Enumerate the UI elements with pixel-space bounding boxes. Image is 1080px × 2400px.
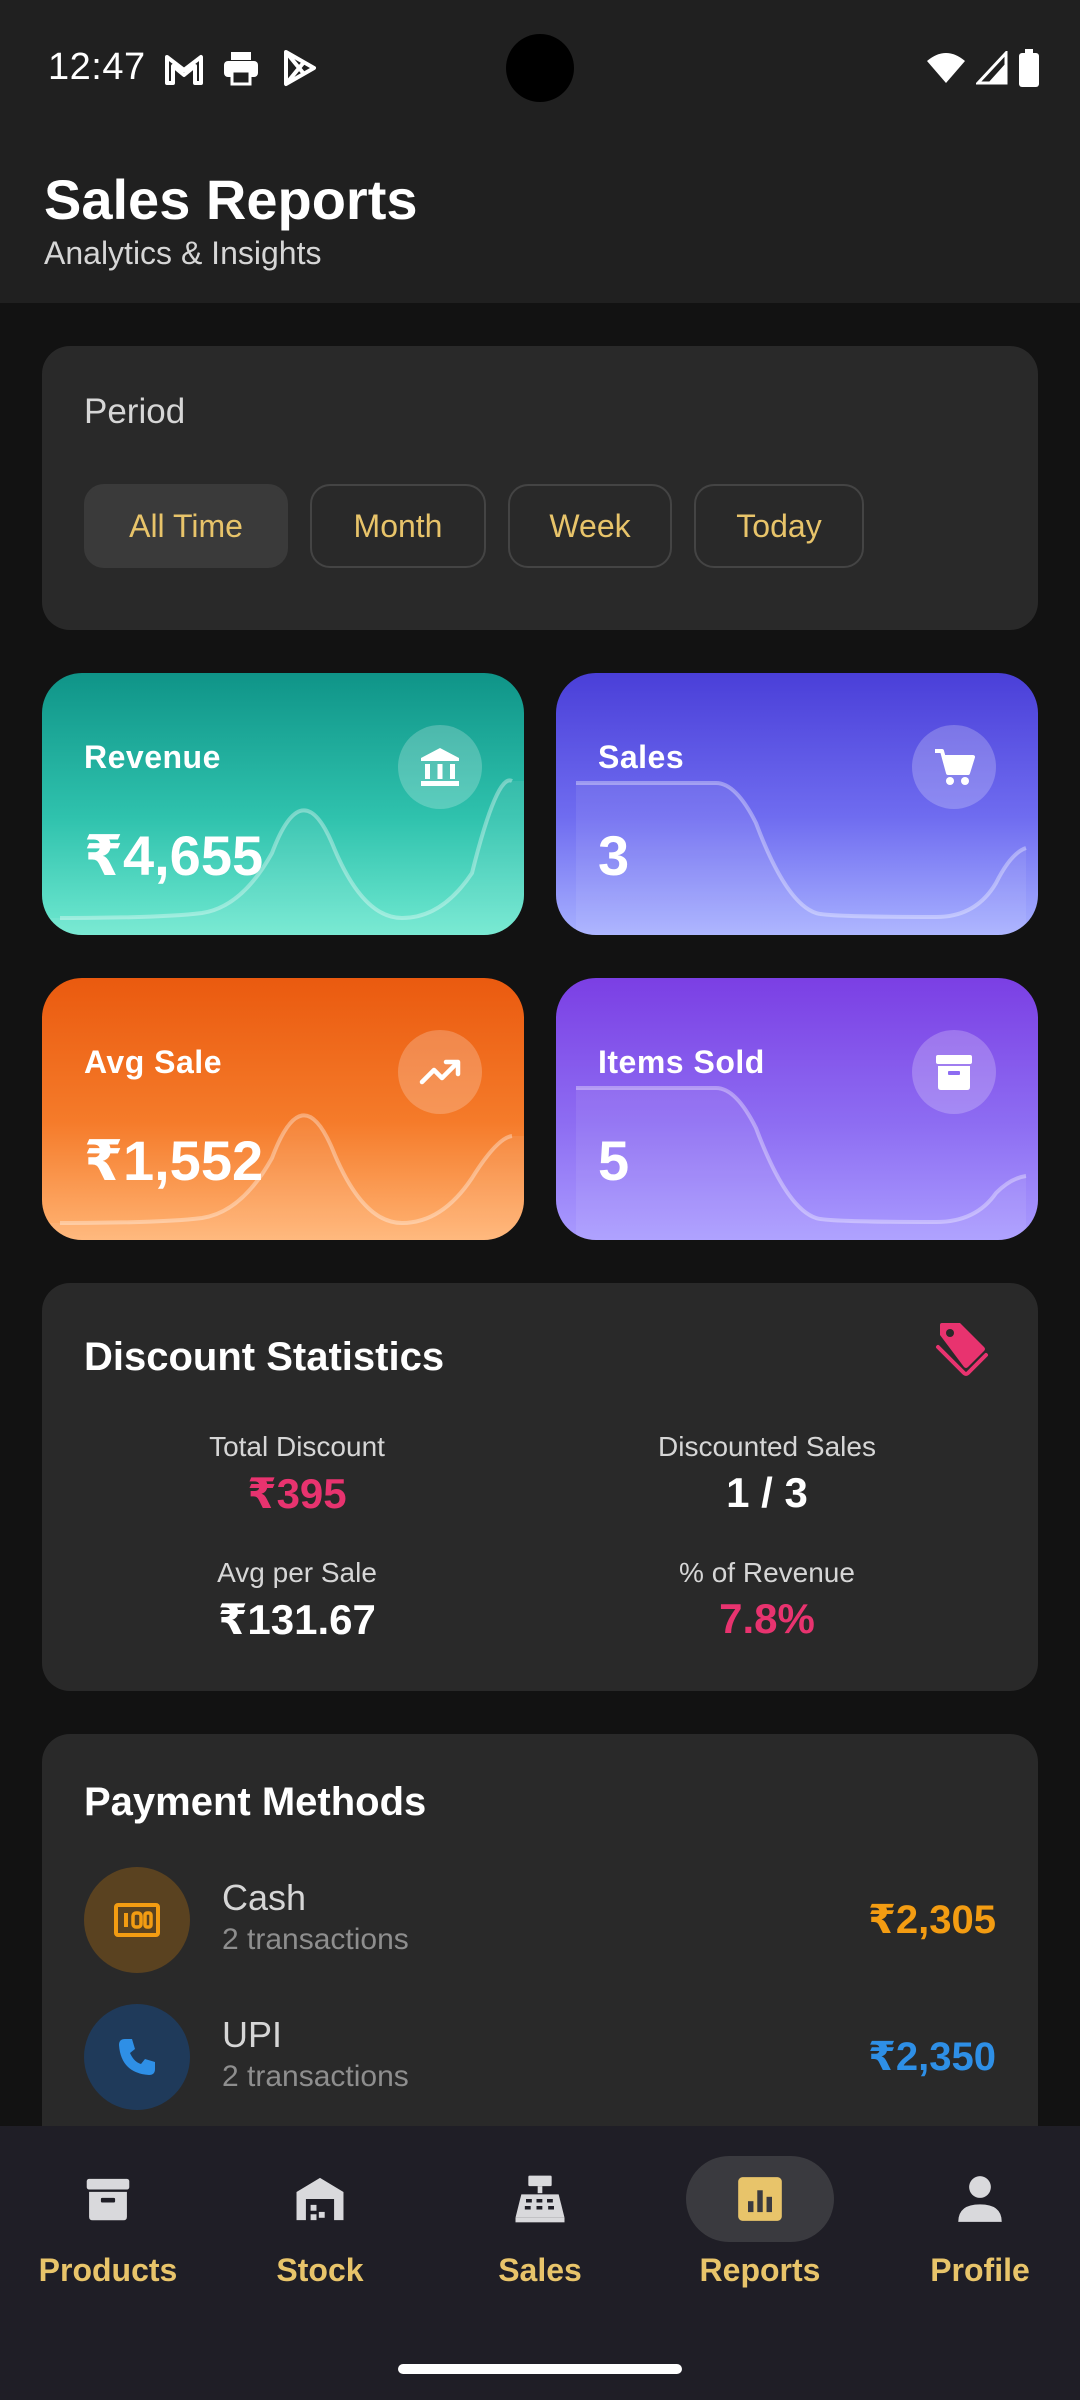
bank-icon bbox=[398, 725, 482, 809]
revenue-value: ₹4,655 bbox=[84, 824, 264, 887]
printer-icon bbox=[222, 48, 260, 88]
cart-icon bbox=[912, 725, 996, 809]
nav-label: Stock bbox=[276, 2252, 364, 2288]
wifi-icon bbox=[927, 53, 965, 83]
period-card: Period All Time Month Week Today bbox=[42, 346, 1038, 630]
cash-icon bbox=[84, 1867, 190, 1973]
pct-revenue-value: 7.8% bbox=[719, 1595, 815, 1642]
pct-revenue-label: % of Revenue bbox=[679, 1557, 855, 1588]
price-tag-icon bbox=[934, 1321, 990, 1390]
period-chip-all-time[interactable]: All Time bbox=[84, 484, 288, 568]
period-chip-week[interactable]: Week bbox=[508, 484, 672, 568]
period-title: Period bbox=[84, 392, 186, 431]
total-discount-stat: Total Discount ₹395 bbox=[62, 1431, 532, 1518]
discounted-sales-value: 1 / 3 bbox=[726, 1469, 808, 1516]
items-sold-label: Items Sold bbox=[598, 1044, 765, 1080]
status-time: 12:47 bbox=[48, 46, 146, 88]
app-header: Sales Reports Analytics & Insights bbox=[0, 135, 1080, 303]
payment-amount: ₹2,305 bbox=[868, 1898, 996, 1942]
payment-transactions: 2 transactions bbox=[222, 2060, 409, 2093]
discounted-sales-stat: Discounted Sales 1 / 3 bbox=[532, 1431, 1002, 1517]
screen: 12:47 Sales Reports Analytics & Insights… bbox=[0, 0, 1080, 2400]
sales-card[interactable]: Sales 3 bbox=[556, 673, 1038, 935]
discounted-sales-label: Discounted Sales bbox=[658, 1431, 876, 1462]
avg-sale-card[interactable]: Avg Sale ₹1,552 bbox=[42, 978, 524, 1240]
discount-statistics-card: Discount Statistics Total Discount ₹395 … bbox=[42, 1283, 1038, 1691]
bottom-navigation: Products Stock Sales Reports Profile bbox=[0, 2126, 1080, 2400]
payment-amount: ₹2,350 bbox=[868, 2035, 996, 2079]
page-subtitle: Analytics & Insights bbox=[44, 235, 322, 271]
avg-per-sale-label: Avg per Sale bbox=[217, 1557, 377, 1588]
avg-sale-value: ₹1,552 bbox=[84, 1129, 264, 1192]
page-title: Sales Reports bbox=[44, 168, 418, 231]
avg-per-sale-stat: Avg per Sale ₹131.67 bbox=[62, 1557, 532, 1644]
payment-transactions: 2 transactions bbox=[222, 1923, 409, 1956]
avg-sale-label: Avg Sale bbox=[84, 1044, 222, 1080]
archive-box-icon bbox=[912, 1030, 996, 1114]
payment-methods-card: Payment Methods Cash 2 transactions ₹2,3… bbox=[42, 1734, 1038, 2194]
home-indicator[interactable] bbox=[398, 2364, 682, 2374]
nav-item-products[interactable]: Products bbox=[0, 2156, 216, 2316]
nav-label: Profile bbox=[930, 2252, 1030, 2288]
nav-item-sales[interactable]: Sales bbox=[432, 2156, 648, 2316]
nav-item-reports[interactable]: Reports bbox=[652, 2156, 868, 2316]
pct-revenue-stat: % of Revenue 7.8% bbox=[532, 1557, 1002, 1643]
nav-label: Products bbox=[38, 2252, 178, 2288]
status-icons bbox=[926, 46, 1040, 90]
person-icon bbox=[906, 2156, 1054, 2242]
payment-name: Cash bbox=[222, 1877, 307, 1918]
total-discount-value: ₹395 bbox=[247, 1470, 347, 1517]
payment-name: UPI bbox=[222, 2014, 283, 2055]
period-chips: All Time Month Week Today bbox=[84, 484, 864, 568]
battery-icon bbox=[1019, 49, 1039, 87]
archive-box-icon bbox=[34, 2156, 182, 2242]
payment-row-upi[interactable]: UPI 2 transactions ₹2,350 bbox=[84, 2004, 996, 2110]
avg-per-sale-value: ₹131.67 bbox=[218, 1596, 376, 1643]
signal-icon bbox=[976, 51, 1008, 85]
bar-chart-icon bbox=[686, 2156, 834, 2242]
items-sold-value: 5 bbox=[598, 1129, 630, 1192]
phone-icon bbox=[84, 2004, 190, 2110]
front-camera bbox=[506, 34, 574, 102]
gmail-icon bbox=[164, 48, 204, 88]
items-sold-card[interactable]: Items Sold 5 bbox=[556, 978, 1038, 1240]
warehouse-icon bbox=[246, 2156, 394, 2242]
period-chip-today[interactable]: Today bbox=[694, 484, 864, 568]
revenue-label: Revenue bbox=[84, 739, 221, 775]
total-discount-label: Total Discount bbox=[209, 1431, 385, 1462]
sales-value: 3 bbox=[598, 824, 630, 887]
nav-item-profile[interactable]: Profile bbox=[872, 2156, 1080, 2316]
status-bar: 12:47 bbox=[0, 0, 1080, 135]
sales-label: Sales bbox=[598, 739, 685, 775]
period-chip-month[interactable]: Month bbox=[310, 484, 486, 568]
nav-label: Reports bbox=[699, 2252, 821, 2288]
revenue-card[interactable]: Revenue ₹4,655 bbox=[42, 673, 524, 935]
nav-label: Sales bbox=[498, 2252, 582, 2288]
play-store-icon bbox=[282, 48, 318, 88]
discount-title: Discount Statistics bbox=[84, 1335, 445, 1379]
trending-up-icon bbox=[398, 1030, 482, 1114]
payment-row-cash[interactable]: Cash 2 transactions ₹2,305 bbox=[84, 1867, 996, 1973]
cash-register-icon bbox=[466, 2156, 614, 2242]
nav-item-stock[interactable]: Stock bbox=[212, 2156, 428, 2316]
payment-methods-title: Payment Methods bbox=[84, 1780, 427, 1824]
